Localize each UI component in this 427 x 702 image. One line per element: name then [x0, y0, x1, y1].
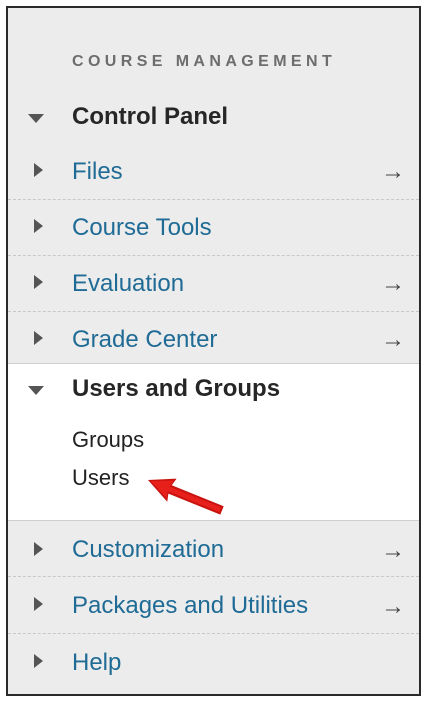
menu-item-packages-and-utilities[interactable]: Packages and Utilities → — [8, 577, 419, 634]
caret-down-icon — [28, 114, 44, 123]
go-arrow-icon[interactable]: → — [381, 272, 405, 296]
menu-item-customization-label: Customization — [72, 536, 225, 563]
submenu-item-users[interactable]: Users — [72, 465, 129, 491]
menu-item-evaluation-label: Evaluation — [72, 270, 185, 297]
annotation-arrow-icon — [148, 478, 224, 515]
users-and-groups-toggle[interactable]: Users and Groups — [8, 364, 419, 416]
control-panel-label: Control Panel — [72, 103, 229, 130]
go-arrow-icon[interactable]: → — [381, 160, 405, 184]
caret-right-icon — [34, 219, 43, 233]
menu-item-course-tools-label: Course Tools — [72, 214, 212, 241]
submenu-item-groups[interactable]: Groups — [72, 427, 144, 453]
go-arrow-icon[interactable]: → — [381, 595, 405, 619]
caret-right-icon — [34, 654, 43, 668]
course-management-panel: COURSE MANAGEMENT Control Panel Files → … — [6, 6, 421, 696]
menu-item-grade-center-label: Grade Center — [72, 326, 218, 353]
menu-item-packages-and-utilities-label: Packages and Utilities — [72, 592, 309, 619]
menu-item-evaluation[interactable]: Evaluation → — [8, 256, 419, 312]
caret-right-icon — [34, 597, 43, 611]
caret-right-icon — [34, 275, 43, 289]
menu-item-grade-center[interactable]: Grade Center → — [8, 312, 419, 363]
caret-right-icon — [34, 542, 43, 556]
menu-item-course-tools[interactable]: Course Tools — [8, 200, 419, 256]
go-arrow-icon[interactable]: → — [381, 328, 405, 352]
section-header: COURSE MANAGEMENT — [72, 53, 337, 70]
menu-item-files[interactable]: Files → — [8, 144, 419, 200]
menu-item-files-label: Files — [72, 158, 123, 185]
caret-right-icon — [34, 331, 43, 345]
caret-right-icon — [34, 163, 43, 177]
go-arrow-icon[interactable]: → — [381, 539, 405, 563]
caret-down-icon — [28, 386, 44, 395]
users-and-groups-label: Users and Groups — [72, 375, 281, 402]
menu-item-customization[interactable]: Customization → — [8, 521, 419, 577]
menu-item-help[interactable]: Help — [8, 634, 419, 690]
menu-item-help-label: Help — [72, 649, 122, 676]
control-panel-toggle[interactable]: Control Panel — [8, 94, 419, 144]
